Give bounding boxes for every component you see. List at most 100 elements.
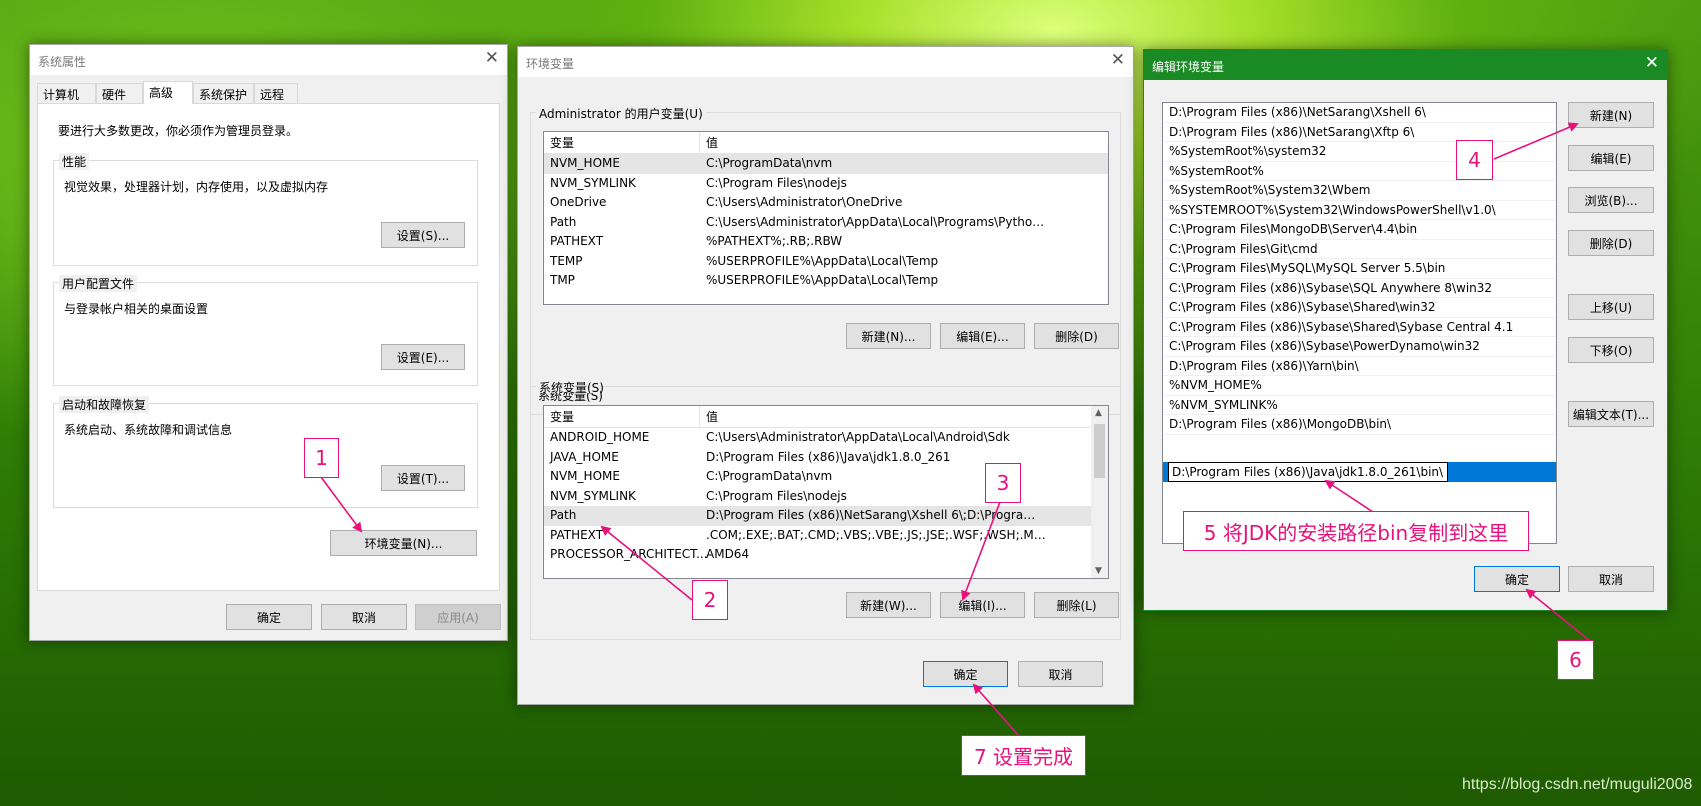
title-bar[interactable]: 环境变量 ✕	[518, 47, 1133, 77]
cancel-button[interactable]: 取消	[1018, 661, 1103, 687]
variable-name: PATHEXT	[550, 527, 604, 542]
performance-settings-button[interactable]: 设置(S)...	[381, 222, 465, 248]
column-header-variable[interactable]: 变量	[550, 132, 574, 154]
table-row[interactable]: ANDROID_HOME C:\Users\Administrator\AppDa…	[544, 428, 1108, 448]
variable-name: NVM_HOME	[550, 469, 620, 483]
table-row[interactable]: TEMP %USERPROFILE%\AppData\Local\Temp	[544, 252, 1108, 272]
list-item[interactable]: %SystemRoot%\system32	[1163, 142, 1556, 162]
startup-settings-button[interactable]: 设置(T)...	[381, 465, 465, 491]
delete-entry-button[interactable]: 删除(D)	[1568, 230, 1654, 256]
user-edit-button[interactable]: 编辑(E)...	[940, 323, 1025, 349]
tab-advanced[interactable]: 高级	[143, 81, 193, 104]
cancel-button[interactable]: 取消	[321, 604, 407, 630]
table-row[interactable]: NVM_SYMLINK C:\Program Files\nodejs	[544, 487, 1108, 507]
cancel-button[interactable]: 取消	[1568, 566, 1654, 592]
column-header-value[interactable]: 值	[706, 406, 718, 428]
system-variables-frame: 系统变量(S) 变量 值 ANDROID_HOME C:\Users\Admini…	[530, 379, 1121, 640]
user-variables-list[interactable]: 变量 值 NVM_HOME C:\ProgramData\nvm NVM_SYMLI…	[543, 131, 1109, 305]
move-down-button[interactable]: 下移(O)	[1568, 337, 1654, 363]
column-divider[interactable]	[699, 132, 700, 154]
variable-name: ANDROID_HOME	[550, 430, 650, 444]
system-variables-rows: ANDROID_HOME C:\Users\Administrator\AppDa…	[544, 428, 1108, 565]
variable-name: NVM_SYMLINK	[550, 488, 636, 503]
tab-computer-name[interactable]: 计算机名	[37, 83, 96, 119]
list-item[interactable]: %SYSTEMROOT%\System32\WindowsPowerShell\…	[1163, 201, 1556, 220]
close-icon[interactable]: ✕	[485, 48, 499, 68]
list-item[interactable]: C:\Program Files (x86)\Sybase\PowerDynam…	[1163, 337, 1556, 357]
performance-group: 性能 视觉效果，处理器计划，内存使用，以及虚拟内存 设置(S)...	[53, 153, 478, 266]
list-item[interactable]: C:\Program Files\MongoDB\Server\4.4\bin	[1163, 220, 1556, 240]
table-row[interactable]: PATHEXT .COM;.EXE;.BAT;.CMD;.VBS;.VBE;.JS…	[544, 526, 1108, 546]
variable-value: C:\Users\Administrator\OneDrive	[706, 195, 903, 209]
table-row[interactable]: TMP %USERPROFILE%\AppData\Local\Temp	[544, 271, 1108, 291]
environment-variables-button[interactable]: 环境变量(N)...	[330, 530, 477, 556]
list-item[interactable]: %SystemRoot%	[1163, 162, 1556, 181]
scroll-thumb[interactable]	[1094, 424, 1105, 478]
apply-button[interactable]: 应用(A)	[415, 604, 501, 630]
variable-name: Path	[550, 214, 577, 229]
list-item[interactable]: %NVM_SYMLINK%	[1163, 396, 1556, 415]
table-row[interactable]: JAVA_HOME D:\Program Files (x86)\Java\jdk…	[544, 448, 1108, 468]
table-row[interactable]: Path D:\Program Files (x86)\NetSarang\Xsh…	[544, 506, 1108, 526]
ok-button[interactable]: 确定	[1474, 566, 1560, 592]
list-item[interactable]: C:\Program Files (x86)\Sybase\SQL Anywhe…	[1163, 279, 1556, 298]
user-new-button[interactable]: 新建(N)...	[846, 323, 931, 349]
callout-7: 7 设置完成	[961, 735, 1086, 776]
callout-1: 1	[304, 438, 339, 478]
table-row[interactable]: Path C:\Users\Administrator\AppData\Local…	[544, 213, 1108, 233]
system-delete-button[interactable]: 删除(L)	[1034, 592, 1119, 618]
window-title: 编辑环境变量	[1152, 60, 1225, 74]
table-row[interactable]: OneDrive C:\Users\Administrator\OneDrive	[544, 193, 1108, 213]
tab-hardware[interactable]: 硬件	[96, 83, 143, 103]
list-item[interactable]: C:\Program Files (x86)\Sybase\Shared\Syb…	[1163, 318, 1556, 337]
scroll-down-icon[interactable]: ▼	[1095, 566, 1102, 576]
list-item[interactable]: D:\Program Files (x86)\NetSarang\Xftp 6\	[1163, 123, 1556, 142]
system-edit-button[interactable]: 编辑(I)...	[940, 592, 1025, 618]
edit-text-button[interactable]: 编辑文本(T)...	[1568, 401, 1654, 427]
table-row[interactable]: PATHEXT %PATHEXT%;.RB;.RBW	[544, 232, 1108, 252]
new-entry-button[interactable]: 新建(N)	[1568, 102, 1654, 128]
selected-entry-row[interactable]: D:\Program Files (x86)\Java\jdk1.8.0_261…	[1163, 462, 1556, 482]
variable-name: NVM_SYMLINK	[550, 175, 636, 190]
list-item[interactable]: D:\Program Files (x86)\Yarn\bin\	[1163, 357, 1556, 376]
title-bar[interactable]: 系统属性 ✕	[30, 45, 507, 75]
list-item[interactable]: %SystemRoot%\System32\Wbem	[1163, 181, 1556, 201]
ok-button[interactable]: 确定	[923, 661, 1008, 687]
list-item[interactable]: C:\Program Files\Git\cmd	[1163, 240, 1556, 259]
column-header-value[interactable]: 值	[706, 132, 718, 154]
list-item[interactable]: C:\Program Files (x86)\Sybase\Shared\win…	[1163, 298, 1556, 318]
watermark: https://blog.csdn.net/muguli2008	[1462, 776, 1693, 793]
callout-2: 2	[692, 580, 728, 620]
table-row[interactable]: PROCESSOR_ARCHITECT... AMD64	[544, 545, 1108, 565]
browse-button[interactable]: 浏览(B)...	[1568, 187, 1654, 213]
path-entries-list[interactable]: D:\Program Files (x86)\NetSarang\Xshell …	[1162, 102, 1557, 544]
close-icon[interactable]: ✕	[1645, 53, 1659, 73]
move-up-button[interactable]: 上移(U)	[1568, 294, 1654, 320]
edit-entry-input[interactable]: D:\Program Files (x86)\Java\jdk1.8.0_261…	[1168, 462, 1448, 482]
edit-entry-button[interactable]: 编辑(E)	[1568, 145, 1654, 171]
callout-5: 5 将JDK的安装路径bin复制到这里	[1183, 511, 1529, 551]
column-header-variable[interactable]: 变量	[550, 406, 574, 428]
table-row[interactable]: NVM_HOME C:\ProgramData\nvm	[544, 467, 1108, 487]
list-item[interactable]: %NVM_HOME%	[1163, 376, 1556, 396]
user-delete-button[interactable]: 删除(D)	[1034, 323, 1119, 349]
variable-name: JAVA_HOME	[550, 449, 619, 464]
title-bar[interactable]: 编辑环境变量 ✕	[1144, 50, 1667, 80]
window-title: 系统属性	[38, 55, 87, 69]
tab-remote[interactable]: 远程	[254, 83, 298, 103]
close-icon[interactable]: ✕	[1111, 50, 1125, 70]
list-item[interactable]: C:\Program Files\MySQL\MySQL Server 5.5\…	[1163, 259, 1556, 279]
table-row[interactable]: NVM_SYMLINK C:\Program Files\nodejs	[544, 174, 1108, 194]
system-variables-list[interactable]: 变量 值 ANDROID_HOME C:\Users\Administrator\…	[543, 405, 1109, 579]
vertical-scrollbar[interactable]: ▲ ▼	[1091, 406, 1108, 578]
scroll-up-icon[interactable]: ▲	[1095, 408, 1102, 418]
ok-button[interactable]: 确定	[226, 604, 312, 630]
list-item[interactable]: D:\Program Files (x86)\MongoDB\bin\	[1163, 415, 1556, 435]
callout-4: 4	[1456, 140, 1493, 180]
list-item[interactable]: D:\Program Files (x86)\NetSarang\Xshell …	[1163, 103, 1556, 123]
system-new-button[interactable]: 新建(W)...	[846, 592, 931, 618]
table-row[interactable]: NVM_HOME C:\ProgramData\nvm	[544, 154, 1108, 174]
column-divider[interactable]	[699, 406, 700, 428]
user-profile-settings-button[interactable]: 设置(E)...	[381, 344, 465, 370]
tab-system-protection[interactable]: 系统保护	[193, 83, 254, 103]
